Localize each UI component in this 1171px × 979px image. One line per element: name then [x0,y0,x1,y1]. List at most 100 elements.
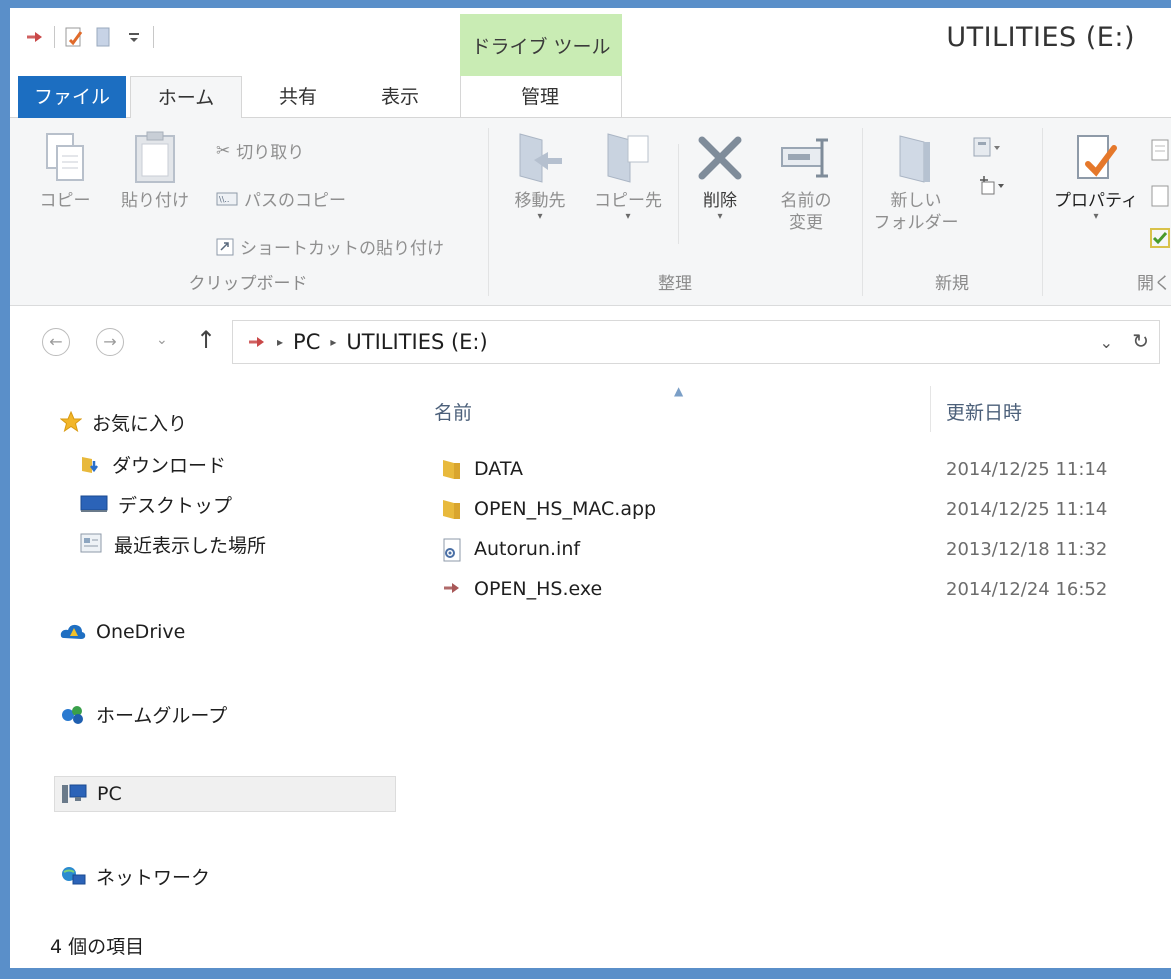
downloads-folder-icon [82,457,98,473]
move-to-label: 移動先 [514,191,566,211]
move-to-dropdown-icon: ▾ [537,211,543,222]
file-row[interactable]: Autorun.inf 2013/12/18 11:32 [410,530,1171,570]
tab-home[interactable]: ホーム [130,76,242,119]
nav-homegroup[interactable]: ホームグループ [60,696,227,732]
new-group-label: 新規 [935,274,969,294]
nav-pc[interactable]: PC [54,776,396,812]
delete-button[interactable]: 削除 ▾ [688,130,752,222]
refresh-icon[interactable]: ↻ [1132,329,1149,353]
homegroup-icon [62,706,83,724]
nav-homegroup-label: ホームグループ [96,704,228,727]
file-row[interactable]: DATA 2014/12/25 11:14 [410,450,1171,490]
file-name: OPEN_HS.exe [474,578,603,600]
drive-arrow-icon[interactable] [24,26,46,48]
nav-pc-label: PC [97,783,122,805]
paste-shortcut-label: ショートカットの貼り付け [240,239,444,259]
copy-to-icon [607,133,649,183]
properties-icon[interactable] [63,26,85,48]
properties-button[interactable]: プロパティ ▾ [1046,130,1146,222]
delete-x-icon [698,136,742,180]
tab-view[interactable]: 表示 [360,76,440,118]
file-row[interactable]: OPEN_HS.exe 2014/12/24 16:52 [410,570,1171,610]
breadcrumb-separator-icon[interactable]: ▸ [330,335,336,349]
new-group: 新しい フォルダー 新規 [864,124,1040,302]
up-button[interactable]: ↑ [196,326,216,354]
nav-onedrive[interactable]: OneDrive [60,614,185,650]
nav-downloads[interactable]: ダウンロード [80,446,226,482]
forward-button[interactable]: → [96,328,124,356]
nav-recent-places[interactable]: 最近表示した場所 [80,526,266,562]
breadcrumb-pc[interactable]: PC [293,330,320,354]
context-tab-drive-tools: ドライブ ツール [460,14,622,76]
nav-favorites-label: お気に入り [92,412,188,435]
column-header-modified[interactable]: 更新日時 [946,398,1022,425]
open-group: プロパティ ▾ 開く [1044,124,1171,302]
properties-label: プロパティ [1054,191,1138,211]
group-separator [862,128,863,296]
customize-qat-icon[interactable] [123,26,145,48]
clipboard-group-label: クリップボード [188,274,308,294]
desktop-icon [80,495,108,512]
navigation-bar: ← → ⌄ ↑ ▸ PC ▸ UTILITIES (E:) ⌄ ↻ [10,306,1171,376]
nav-recent-places-label: 最近表示した場所 [114,534,267,557]
move-to-button[interactable]: 移動先 ▾ [502,130,578,222]
nav-network[interactable]: ネットワーク [60,858,210,894]
organize-group: 移動先 ▾ コピー先 ▾ 削除 ▾ 名前の 変更 整理 [490,124,860,302]
copy-path-icon: \\.. [216,192,238,205]
file-name: DATA [474,458,523,480]
back-button[interactable]: ← [42,328,70,356]
ribbon: コピー 貼り付け ✂ 切り取り \\.. パスのコピー ショートカットの貼り付け… [10,118,1171,306]
address-bar[interactable]: ▸ PC ▸ UTILITIES (E:) ⌄ ↻ [232,320,1160,364]
delete-label: 削除 [703,191,737,211]
easy-access-button[interactable] [976,174,1006,196]
open-icon-1[interactable] [1150,138,1170,162]
rename-button[interactable]: 名前の 変更 [764,130,848,234]
scissors-icon: ✂ [216,140,231,161]
recent-locations-dropdown[interactable]: ⌄ [156,332,168,348]
breadcrumb-separator-icon[interactable]: ▸ [277,335,283,349]
paste-button[interactable]: 貼り付け [110,130,200,212]
rename-icon [781,138,828,178]
file-row[interactable]: OPEN_HS_MAC.app 2014/12/25 11:14 [410,490,1171,530]
new-folder-icon[interactable] [93,26,115,48]
qat-separator [54,26,55,48]
breadcrumb-drive[interactable]: UTILITIES (E:) [346,330,487,354]
clipboard-group: コピー 貼り付け ✂ 切り取り \\.. パスのコピー ショートカットの貼り付け… [10,124,486,302]
window-title: UTILITIES (E:) [946,22,1135,53]
paste-shortcut-icon [216,238,234,255]
nav-favorites[interactable]: お気に入り [60,404,187,440]
column-header-name[interactable]: 名前 [434,398,472,425]
tab-file[interactable]: ファイル [18,76,126,118]
paste-shortcut-button[interactable]: ショートカットの貼り付け [216,234,444,259]
file-modified: 2014/12/25 11:14 [946,459,1108,480]
copy-button[interactable]: コピー [30,130,100,212]
open-icon-3[interactable] [1150,228,1170,248]
recent-places-icon [80,533,102,553]
copy-to-button[interactable]: コピー先 ▾ [586,130,670,222]
tab-manage[interactable]: 管理 [490,76,590,118]
address-dropdown-icon[interactable]: ⌄ [1100,333,1113,352]
nav-network-label: ネットワーク [96,866,211,889]
easy-access-icon [980,176,1004,195]
column-divider[interactable] [930,386,931,432]
drive-arrow-icon [249,337,264,347]
organize-inner-separator [678,144,679,244]
tab-share[interactable]: 共有 [258,76,338,118]
explorer-window: ドライブ ツール UTILITIES (E:) ファイル ホーム 共有 表示 管… [10,8,1171,968]
cut-button[interactable]: ✂ 切り取り [216,138,305,164]
cut-label: 切り取り [236,143,305,163]
pc-monitor-icon [62,784,87,803]
context-tab-label: ドライブ ツール [471,36,611,58]
new-folder-button[interactable]: 新しい フォルダー [870,130,962,234]
copy-label: コピー [39,191,91,211]
new-folder-icon [899,135,930,183]
nav-desktop[interactable]: デスクトップ [80,486,232,522]
file-modified: 2013/12/18 11:32 [946,539,1108,560]
star-icon [60,411,82,433]
breadcrumb: ▸ PC ▸ UTILITIES (E:) [247,321,488,363]
exe-arrow-icon [440,578,464,602]
paste-label: 貼り付け [121,191,189,211]
new-item-button[interactable] [972,136,1002,158]
open-icon-2[interactable] [1150,184,1170,208]
copy-path-button[interactable]: \\.. パスのコピー [216,186,346,211]
